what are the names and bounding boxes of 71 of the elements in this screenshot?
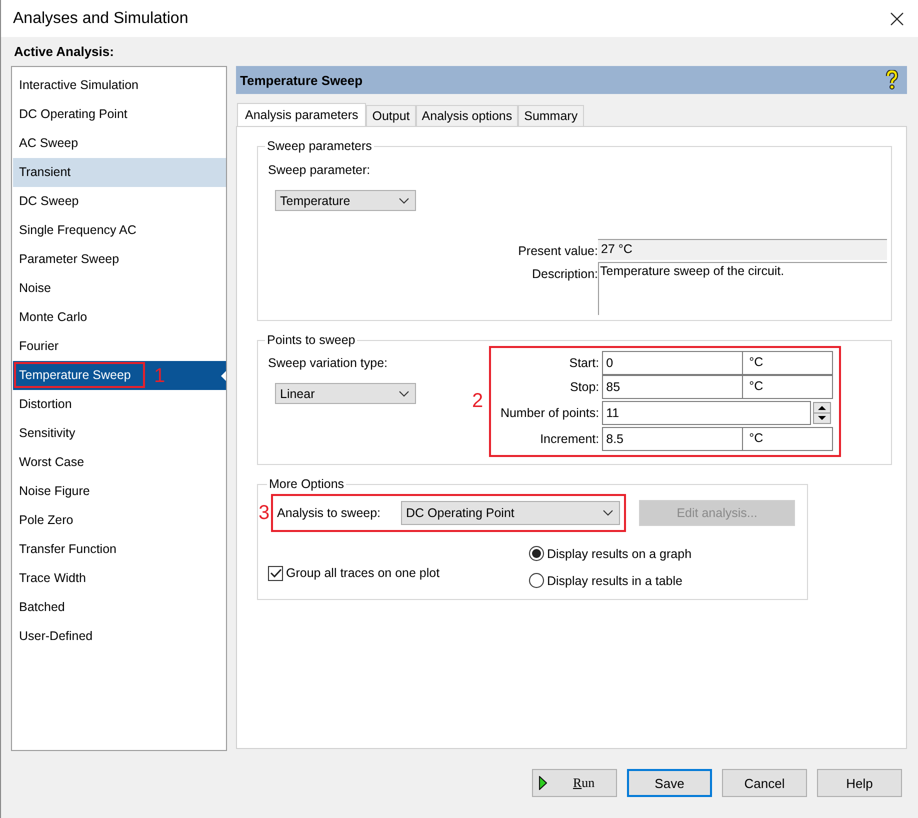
analysis-item[interactable]: Worst Case (13, 448, 226, 477)
analysis-item[interactable]: Transient (13, 158, 226, 187)
unit-field: °C (743, 427, 834, 451)
field-label: Present value: (517, 243, 598, 258)
dialog-button[interactable]: Cancel (722, 769, 807, 797)
analysis-item[interactable]: Monte Carlo (13, 303, 226, 332)
analysis-item[interactable]: Temperature Sweep 1 (13, 361, 226, 390)
field-label: Analysis to sweep: (277, 506, 381, 520)
group-legend: Sweep parameters (265, 139, 374, 153)
analysis-item[interactable]: Interactive Simulation (13, 71, 226, 100)
tab[interactable]: Analysis options (416, 105, 518, 126)
callout-number: 1 (154, 366, 166, 386)
value-field[interactable]: 11 (602, 401, 812, 425)
tab[interactable]: Analysis parameters (237, 103, 366, 126)
field-label: Sweep parameter: (268, 163, 372, 177)
run-button[interactable]: Run (532, 769, 617, 797)
field-label: Number of points: (499, 406, 600, 420)
field-label: Description: (531, 266, 598, 281)
analysis-item[interactable]: Distortion (13, 390, 226, 419)
callout-number: 3 (258, 503, 270, 523)
analysis-item[interactable]: Pole Zero (13, 506, 226, 535)
analysis-item[interactable]: Batched (13, 593, 226, 622)
analysis-item[interactable]: Noise (13, 274, 226, 303)
chevron-icon (399, 198, 409, 204)
callout-number: 2 (472, 391, 484, 411)
group-legend: More Options (267, 477, 346, 491)
field-label: Stop: (568, 380, 600, 394)
chevron-icon (603, 510, 613, 516)
checkbox[interactable] (268, 566, 283, 580)
analysis-item[interactable]: Parameter Sweep (13, 245, 226, 274)
spinner-icon[interactable] (813, 402, 832, 424)
analysis-item[interactable]: Transfer Function (13, 535, 226, 564)
value-field[interactable]: 8.5 (602, 427, 744, 451)
value-field[interactable]: 0 (602, 351, 744, 375)
panel-title: Temperature Sweep (240, 72, 363, 88)
analysis-item[interactable]: User-Defined (13, 622, 226, 651)
analysis-dropdown[interactable]: DC Operating Point (401, 501, 620, 525)
unit-field: °C (743, 375, 834, 399)
play-icon (539, 776, 547, 790)
analysis-item[interactable]: DC Sweep (13, 187, 226, 216)
field-label: Start: (568, 356, 600, 370)
analysis-item[interactable]: DC Operating Point (13, 100, 226, 129)
tab[interactable]: Summary (518, 105, 584, 126)
analysis-item[interactable]: Sensitivity (13, 419, 226, 448)
active-analysis-heading: Active Analysis: (13, 43, 115, 61)
value-field[interactable]: 85 (602, 375, 744, 399)
window-title: Analyses and Simulation (13, 10, 188, 28)
variation-dropdown[interactable]: Linear (275, 383, 416, 404)
field-label: Increment: (539, 432, 600, 446)
help-icon[interactable] (885, 70, 899, 90)
unit-field: °C (743, 351, 834, 375)
dialog-button[interactable]: Save (627, 769, 712, 797)
radio-label: Display results on a graph (547, 546, 692, 560)
present-value-field: 27 °C (598, 239, 887, 260)
analysis-item[interactable]: AC Sweep (13, 129, 226, 158)
chevron-icon (399, 390, 409, 396)
radio-button[interactable] (529, 546, 544, 561)
field-label: Sweep variation type: (268, 356, 389, 370)
dialog-button[interactable]: Help (817, 769, 902, 797)
analysis-item[interactable]: Trace Width (13, 564, 226, 593)
group-legend: Points to sweep (265, 333, 358, 347)
radio-label: Display results in a table (547, 574, 682, 588)
sweep-parameter-dropdown[interactable]: Temperature (275, 190, 416, 211)
checkbox-label: Group all traces on one plot (286, 566, 440, 580)
description-field: Temperature sweep of the circuit. (598, 262, 887, 315)
radio-button[interactable] (529, 573, 544, 588)
analysis-item[interactable]: Fourier (13, 332, 226, 361)
analysis-item[interactable]: Noise Figure (13, 477, 226, 506)
close-icon[interactable] (890, 12, 904, 26)
tab[interactable]: Output (366, 105, 416, 126)
analysis-item[interactable]: Single Frequency AC (13, 216, 226, 245)
